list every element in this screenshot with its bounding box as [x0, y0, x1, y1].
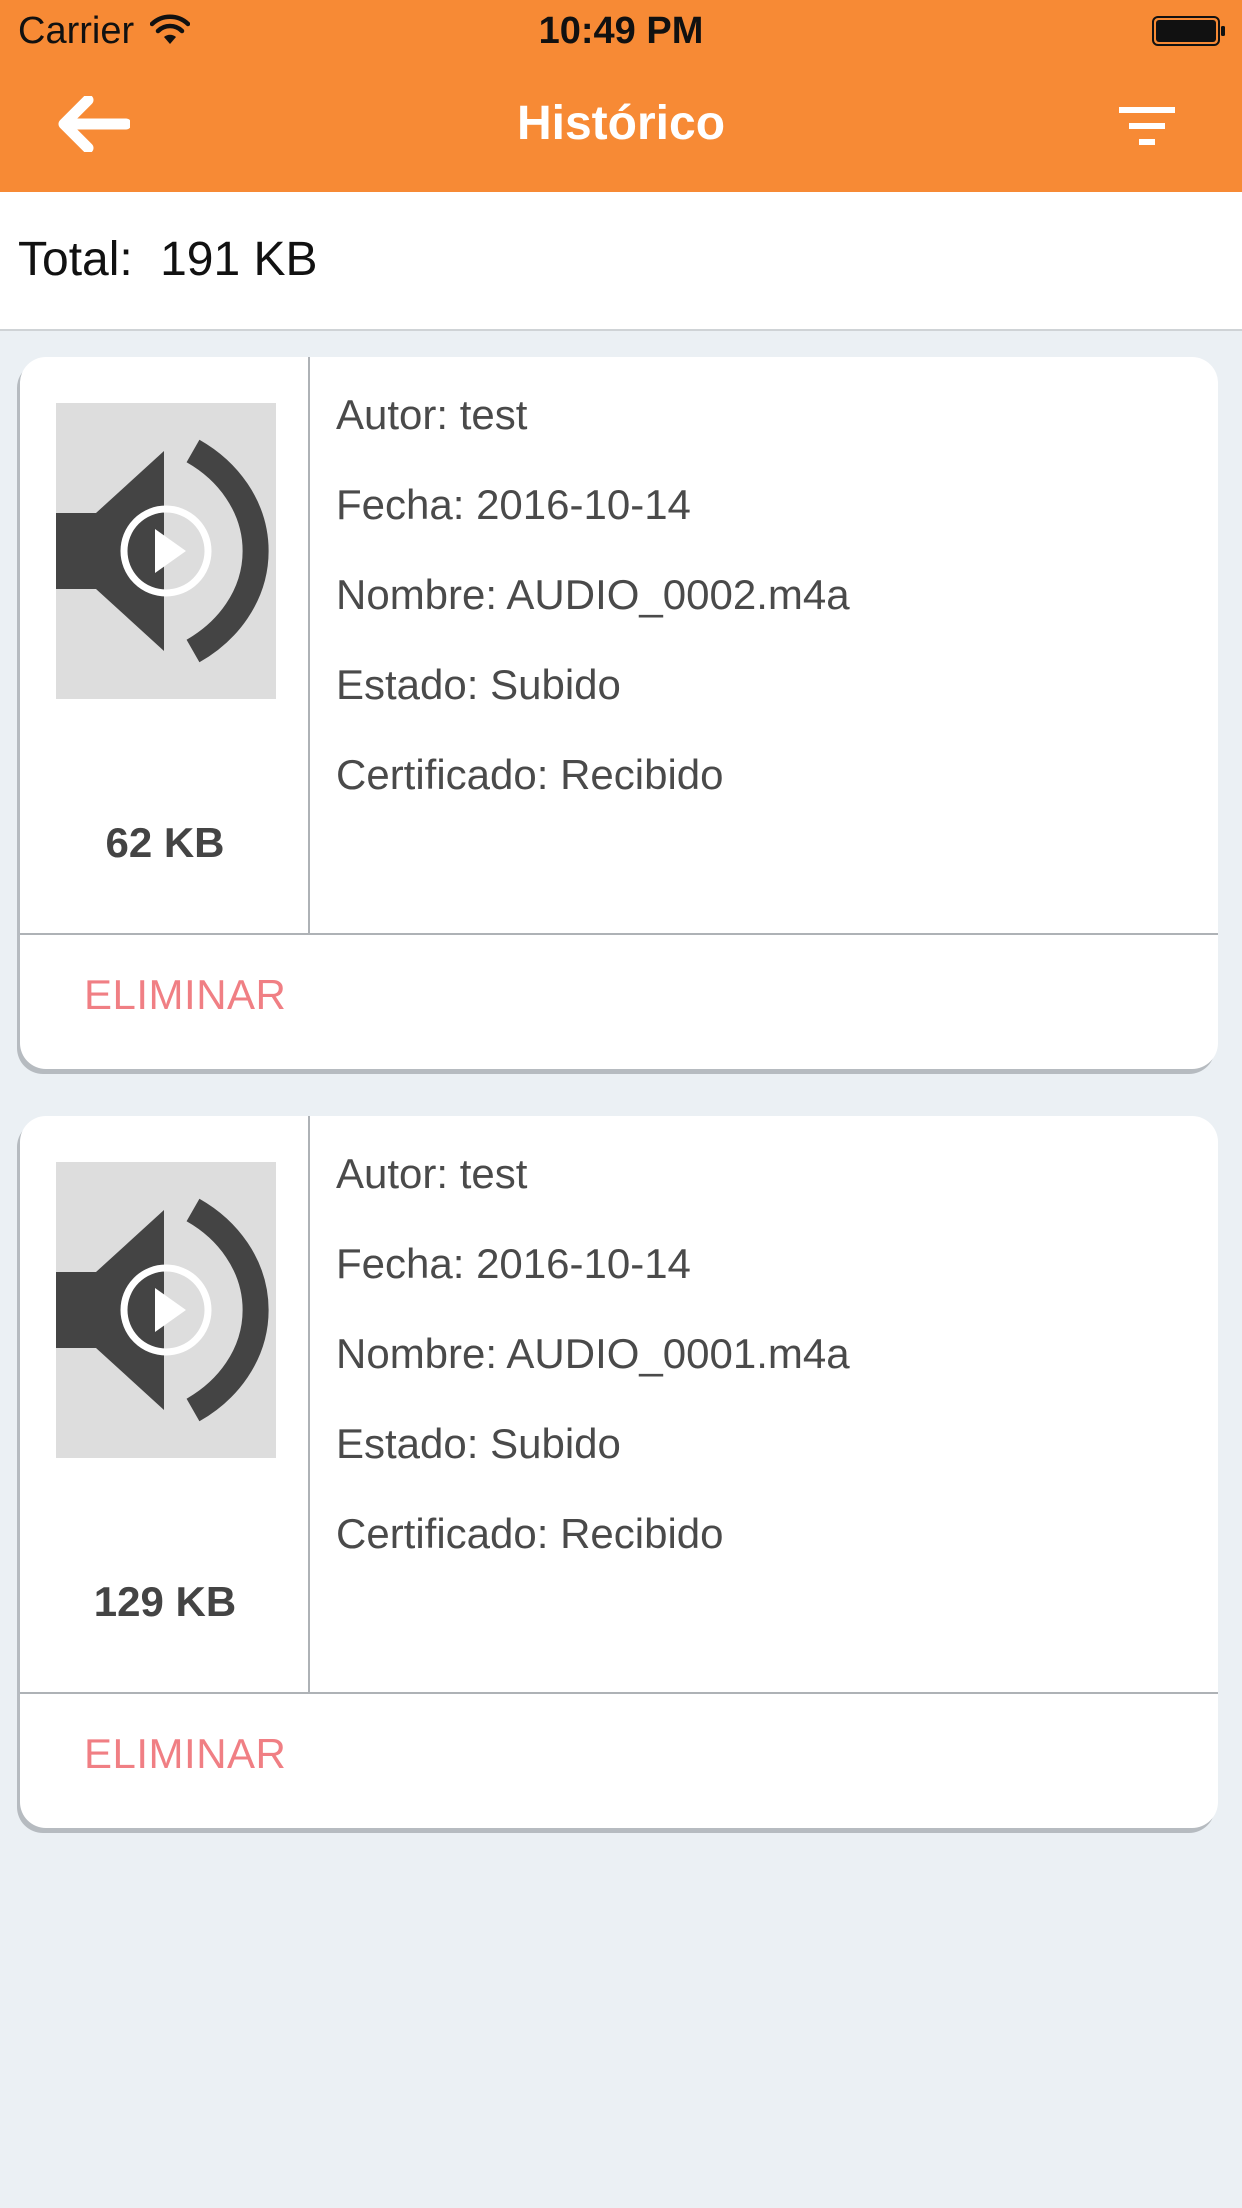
total-bar: Total: 191 KB: [0, 192, 1242, 331]
status-time: 10:49 PM: [538, 10, 704, 52]
battery-icon: [1152, 16, 1225, 46]
thumbnail-column: 129 KB: [20, 1116, 310, 1694]
delete-button[interactable]: ELIMINAR: [84, 971, 286, 1019]
history-card: 62 KB Autor: test Fecha: 2016-10-14 Nomb…: [20, 357, 1218, 1069]
card-content: 129 KB Autor: test Fecha: 2016-10-14 Nom…: [20, 1116, 1218, 1694]
audio-thumbnail[interactable]: [56, 1162, 276, 1458]
filter-button[interactable]: [1110, 94, 1184, 158]
certificate-text: Certificado: Recibido: [336, 1510, 724, 1557]
delete-button[interactable]: ELIMINAR: [84, 1730, 286, 1778]
total-summary: Total: 191 KB: [18, 232, 318, 287]
audio-play-icon: [56, 439, 269, 663]
file-info: Autor: test Fecha: 2016-10-14 Nombre: AU…: [336, 387, 1196, 837]
status-text: Estado: Subido: [336, 1420, 621, 1467]
date-text: Fecha: 2016-10-14: [336, 1240, 691, 1287]
author-text: Autor: test: [336, 1150, 528, 1197]
filter-icon: [1119, 107, 1175, 145]
thumbnail-column: 62 KB: [20, 357, 310, 935]
audio-thumbnail[interactable]: [56, 403, 276, 699]
card-content: 62 KB Autor: test Fecha: 2016-10-14 Nomb…: [20, 357, 1218, 935]
date-text: Fecha: 2016-10-14: [336, 481, 691, 528]
total-label: Total:: [18, 233, 133, 286]
file-info: Autor: test Fecha: 2016-10-14 Nombre: AU…: [336, 1146, 1196, 1596]
total-value: 191 KB: [160, 233, 318, 286]
file-size: 129 KB: [93, 1578, 237, 1625]
filename-text: Nombre: AUDIO_0002.m4a: [336, 571, 850, 618]
header: Carrier 10:49 PM Histórico: [0, 0, 1242, 192]
page-title: Histórico: [516, 97, 726, 150]
app-screen: Carrier 10:49 PM Histórico Total: 191 KB…: [0, 0, 1242, 2208]
filename-text: Nombre: AUDIO_0001.m4a: [336, 1330, 850, 1377]
status-text: Estado: Subido: [336, 661, 621, 708]
certificate-text: Certificado: Recibido: [336, 751, 724, 798]
author-text: Autor: test: [336, 391, 528, 438]
history-card: 129 KB Autor: test Fecha: 2016-10-14 Nom…: [20, 1116, 1218, 1828]
audio-play-icon: [56, 1198, 269, 1422]
file-size: 62 KB: [105, 819, 225, 866]
